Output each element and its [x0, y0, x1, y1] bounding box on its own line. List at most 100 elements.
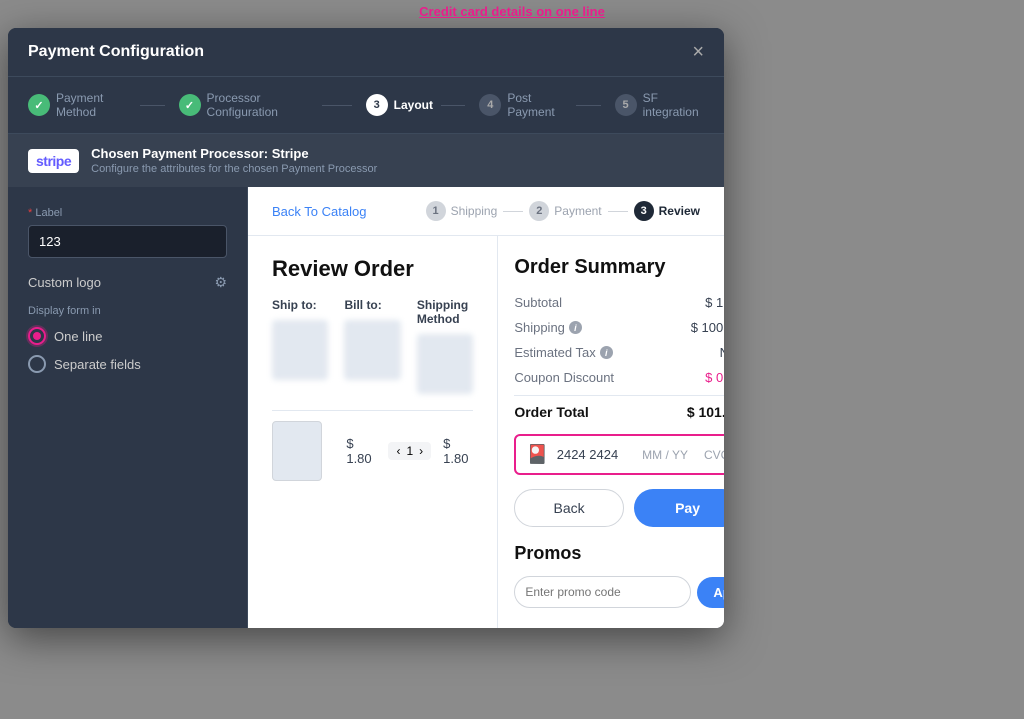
bill-to-label: Bill to:: [344, 298, 400, 312]
card-number-display: 2424 2424: [557, 447, 634, 462]
step-label-sf-integration: SF integration: [643, 91, 704, 119]
step-label-payment-method: Payment Method: [56, 91, 132, 119]
card-cvc: CVC: [704, 448, 724, 462]
custom-logo-row: Custom logo ⚙: [28, 274, 227, 291]
qty-value: 1: [406, 444, 413, 458]
radio-outer-one-line: [28, 327, 46, 345]
checkout-body: Review Order Ship to: Bill to:: [248, 236, 724, 628]
summary-row-subtotal: Subtotal $ 1.80: [514, 295, 724, 310]
checkout-header: Back To Catalog 1 Shipping 2 Payment: [248, 187, 724, 236]
review-order-title: Review Order: [272, 256, 473, 282]
shipping-method-col: Shipping Method: [417, 298, 473, 394]
config-sidebar: * Label Custom logo ⚙ Display form in On…: [8, 187, 248, 628]
summary-row-tax: Estimated Tax i N/A: [514, 345, 724, 360]
shipping-method-label: Shipping Method: [417, 298, 473, 326]
card-brand-icon: 🎴: [526, 444, 548, 465]
step-divider-1: [503, 211, 523, 212]
radio-one-line[interactable]: One line: [28, 327, 227, 345]
step-label-layout: Layout: [394, 98, 433, 112]
shipping-info-icon: i: [569, 321, 582, 334]
step-divider-2: [608, 211, 628, 212]
step-circle-layout: 3: [366, 94, 388, 116]
order-review: Review Order Ship to: Bill to:: [248, 236, 497, 628]
pay-button[interactable]: Pay: [634, 489, 724, 527]
order-summary: Order Summary Subtotal $ 1.80 Shipping i…: [497, 236, 724, 628]
step-post-payment[interactable]: 4 Post Payment: [433, 91, 568, 119]
product-total-price: $ 1.80: [443, 436, 473, 466]
checkout-step-shipping: 1 Shipping: [426, 201, 498, 221]
payment-config-modal: Payment Configuration × ✓ Payment Method…: [8, 28, 724, 628]
top-annotation: Credit card details on one line: [419, 4, 605, 19]
ship-to-col: Ship to:: [272, 298, 328, 394]
tax-value: N/A: [720, 345, 724, 360]
checkout-step-payment: 2 Payment: [529, 201, 601, 221]
promos-section: Promos Apply: [514, 543, 724, 608]
display-form-label: Display form in: [28, 305, 227, 317]
radio-outer-separate-fields: [28, 355, 46, 373]
coupon-label: Coupon Discount: [514, 370, 614, 385]
summary-row-shipping: Shipping i $ 100.00: [514, 320, 724, 335]
ship-to-content: [272, 320, 328, 380]
checkout-step-circle-payment: 2: [529, 201, 549, 221]
step-circle-processor-config: ✓: [179, 94, 201, 116]
qty-minus-icon[interactable]: ‹: [396, 444, 400, 458]
product-unit-price: $ 1.80: [346, 436, 376, 466]
radio-label-one-line: One line: [54, 329, 102, 344]
custom-logo-label: Custom logo: [28, 275, 101, 290]
subtotal-label: Subtotal: [514, 295, 562, 310]
checkout-step-label-payment: Payment: [554, 204, 601, 218]
apply-promo-button[interactable]: Apply: [697, 577, 724, 608]
step-payment-method[interactable]: ✓ Payment Method: [28, 91, 132, 119]
modal-header: Payment Configuration ×: [8, 28, 724, 77]
step-circle-sf-integration: 5: [615, 94, 637, 116]
checkout-step-circle-review: 3: [634, 201, 654, 221]
shipping-label: Shipping i: [514, 320, 582, 335]
order-total-value: $ 101.80: [687, 404, 724, 420]
summary-row-coupon: Coupon Discount $ 0.00: [514, 370, 724, 385]
modal-body: * Label Custom logo ⚙ Display form in On…: [8, 187, 724, 628]
checkout-step-label-review: Review: [659, 204, 700, 218]
checkout-actions: Back Pay: [514, 489, 724, 527]
ship-to-label: Ship to:: [272, 298, 328, 312]
step-processor-config[interactable]: ✓ Processor Configuration: [132, 91, 314, 119]
checkout-step-circle-shipping: 1: [426, 201, 446, 221]
promo-code-input[interactable]: [514, 576, 691, 608]
order-summary-title: Order Summary: [514, 256, 724, 279]
shipping-value: $ 100.00: [691, 320, 724, 335]
product-thumbnail: [272, 421, 322, 481]
qty-plus-icon[interactable]: ›: [419, 444, 423, 458]
step-circle-post-payment: 4: [479, 94, 501, 116]
step-sf-integration[interactable]: 5 SF integration: [568, 91, 704, 119]
coupon-value: $ 0.00: [705, 370, 724, 385]
radio-separate-fields[interactable]: Separate fields: [28, 355, 227, 373]
promo-input-row: Apply: [514, 576, 724, 608]
shipping-method-content: [417, 334, 473, 394]
order-item-row: $ 1.80 ‹ 1 › $ 1.80: [272, 410, 473, 491]
processor-bar: stripe Chosen Payment Processor: Stripe …: [8, 133, 724, 187]
step-label-processor-config: Processor Configuration: [207, 91, 314, 119]
label-input[interactable]: [28, 225, 227, 258]
preview-panel: Back To Catalog 1 Shipping 2 Payment: [248, 187, 724, 628]
bill-to-col: Bill to:: [344, 298, 400, 394]
label-field-label: * Label: [28, 207, 227, 219]
back-to-catalog-link[interactable]: Back To Catalog: [272, 204, 366, 219]
promos-title: Promos: [514, 543, 724, 564]
quantity-control[interactable]: ‹ 1 ›: [388, 442, 431, 460]
processor-text: Chosen Payment Processor: Stripe Configu…: [91, 146, 377, 175]
modal-close-button[interactable]: ×: [692, 42, 704, 62]
processor-subtitle: Configure the attributes for the chosen …: [91, 163, 377, 175]
checkout-step-label-shipping: Shipping: [451, 204, 498, 218]
checkout-container: Back To Catalog 1 Shipping 2 Payment: [248, 187, 724, 628]
step-circle-payment-method: ✓: [28, 94, 50, 116]
bill-to-content: [344, 320, 400, 380]
step-layout[interactable]: 3 Layout: [314, 94, 433, 116]
card-expiry: MM / YY: [642, 448, 688, 462]
gear-icon[interactable]: ⚙: [214, 274, 227, 291]
tax-label: Estimated Tax i: [514, 345, 612, 360]
order-total-row: Order Total $ 101.80: [514, 395, 724, 420]
back-button[interactable]: Back: [514, 489, 624, 527]
card-field-row[interactable]: 🎴 2424 2424 MM / YY CVC: [514, 434, 724, 475]
processor-title: Chosen Payment Processor: Stripe: [91, 146, 377, 161]
step-label-post-payment: Post Payment: [507, 91, 568, 119]
tax-info-icon: i: [600, 346, 613, 359]
